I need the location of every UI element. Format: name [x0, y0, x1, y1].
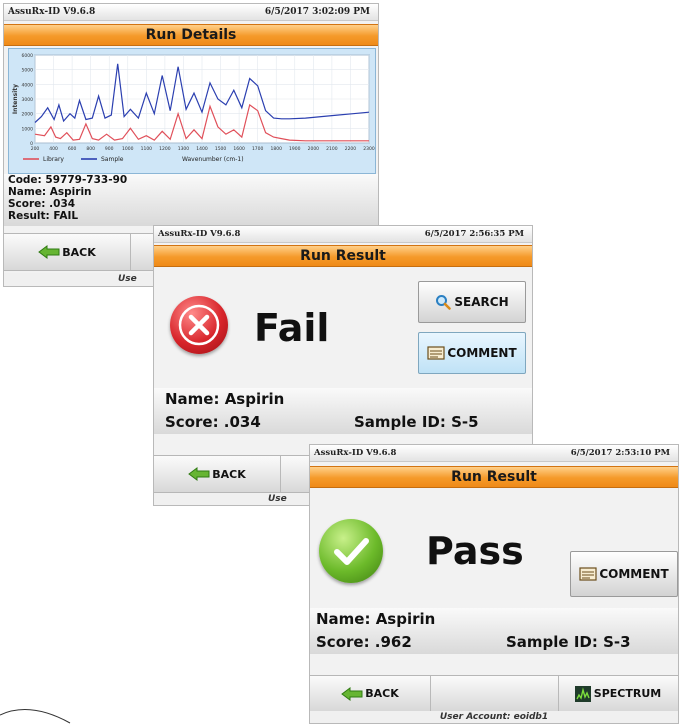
empty-button-slot	[430, 676, 559, 711]
user-account-label: User Account: eoidb1	[310, 711, 678, 723]
back-button[interactable]: BACK	[4, 234, 131, 270]
y-tick-label: 2000	[22, 112, 34, 118]
back-arrow-icon	[38, 245, 60, 259]
status-bar: AssuRx-ID V9.6.8 6/5/2017 2:53:10 PM	[310, 445, 678, 462]
back-arrow-icon	[188, 467, 210, 481]
comment-button[interactable]: COMMENT	[570, 551, 678, 597]
x-tick-label: 200	[31, 146, 40, 152]
magnifier-icon	[436, 295, 452, 310]
back-button-label: BACK	[62, 245, 96, 259]
name-label: Name: Aspirin	[165, 390, 285, 408]
button-bar: BACK SPECTRUM	[310, 675, 678, 712]
legend-label-library: Library	[43, 156, 64, 163]
fail-icon	[170, 296, 228, 354]
status-bar: AssuRx-ID V9.6.8 6/5/2017 2:56:35 PM	[154, 226, 532, 243]
y-tick-label: 3000	[22, 97, 34, 103]
timestamp: 6/5/2017 2:56:35 PM	[424, 229, 524, 239]
checkmark-icon	[334, 538, 369, 565]
app-version: AssuRx-ID V9.6.8	[314, 448, 397, 458]
back-arrow-icon	[341, 686, 363, 701]
notepad-icon	[579, 567, 597, 581]
legend-label-sample: Sample	[101, 156, 124, 163]
x-tick-label: 2300	[363, 146, 375, 152]
x-tick-label: 900	[105, 146, 114, 152]
code-label: Code: 59779-733-90	[8, 174, 128, 186]
x-tick-label: 2100	[326, 146, 338, 152]
x-axis-label: Wavenumber (cm-1)	[182, 156, 244, 163]
timestamp: 6/5/2017 3:02:09 PM	[264, 7, 370, 17]
y-tick-label: 1000	[22, 126, 34, 132]
x-tick-label: 1400	[196, 146, 208, 152]
comment-button[interactable]: COMMENT	[418, 332, 526, 374]
x-tick-label: 2000	[308, 146, 320, 152]
sample-id-label: Sample ID: S-3	[506, 633, 631, 651]
back-button[interactable]: BACK	[154, 456, 281, 492]
x-tick-label: 1200	[159, 146, 171, 152]
name-label: Name: Aspirin	[8, 186, 92, 198]
spectrum-chart: 6000500040003000200010000200 400 600 800 900…	[12, 53, 375, 163]
x-tick-label: 1600	[233, 146, 245, 152]
search-button[interactable]: SEARCH	[418, 281, 526, 323]
app-version: AssuRx-ID V9.6.8	[158, 229, 241, 239]
score-label: Score: .962	[316, 633, 412, 651]
decorative-curve	[0, 709, 71, 724]
y-tick-label: 6000	[22, 53, 34, 59]
y-tick-label: 4000	[22, 82, 34, 88]
score-label: Score: .034	[165, 413, 261, 431]
x-tick-label: 600	[68, 146, 77, 152]
spectrum-button-label: SPECTRUM	[593, 687, 662, 700]
page-title: Run Result	[310, 466, 678, 488]
search-button-label: SEARCH	[454, 295, 509, 309]
close-x-icon	[178, 304, 220, 346]
name-label: Name: Aspirin	[316, 610, 436, 628]
spectrum-button[interactable]: SPECTRUM	[558, 676, 678, 711]
page-title: Run Result	[154, 245, 532, 267]
y-tick-label: 5000	[22, 68, 34, 74]
sample-id-label: Sample ID: S-5	[354, 413, 479, 431]
app-version: AssuRx-ID V9.6.8	[8, 7, 96, 17]
back-button[interactable]: BACK	[310, 676, 431, 711]
y-axis-label: Intensity	[12, 84, 19, 114]
comment-button-label: COMMENT	[447, 346, 517, 360]
comment-button-label: COMMENT	[599, 567, 669, 581]
result-status: Pass	[426, 529, 524, 573]
spectrum-chart-panel: 6000 5000 4000 3000 2000 1000 0 200 400 600 800 900…	[8, 48, 376, 174]
x-tick-label: 1000	[122, 146, 134, 152]
status-bar: AssuRx-ID V9.6.8 6/5/2017 3:02:09 PM	[4, 4, 378, 21]
notepad-icon	[427, 346, 445, 360]
x-tick-label: 1800	[270, 146, 282, 152]
back-button-label: BACK	[212, 467, 246, 481]
x-tick-label: 1900	[289, 146, 301, 152]
pass-icon	[319, 519, 383, 583]
run-result-pass-screen: AssuRx-ID V9.6.8 6/5/2017 2:53:10 PM Run…	[310, 445, 678, 723]
x-tick-label: 800	[86, 146, 95, 152]
score-label: Score: .034	[8, 198, 76, 210]
x-tick-label: 2200	[345, 146, 357, 152]
x-tick-label: 1500	[215, 146, 227, 152]
result-label: Result: FAIL	[8, 210, 79, 222]
result-status: Fail	[254, 306, 330, 350]
x-tick-label: 400	[49, 146, 58, 152]
x-tick-label: 1100	[141, 146, 153, 152]
spectrum-icon	[574, 685, 591, 702]
timestamp: 6/5/2017 2:53:10 PM	[570, 448, 670, 458]
back-button-label: BACK	[365, 687, 399, 700]
x-tick-label: 1700	[252, 146, 264, 152]
page-title: Run Details	[4, 24, 378, 46]
x-tick-label: 1300	[178, 146, 190, 152]
